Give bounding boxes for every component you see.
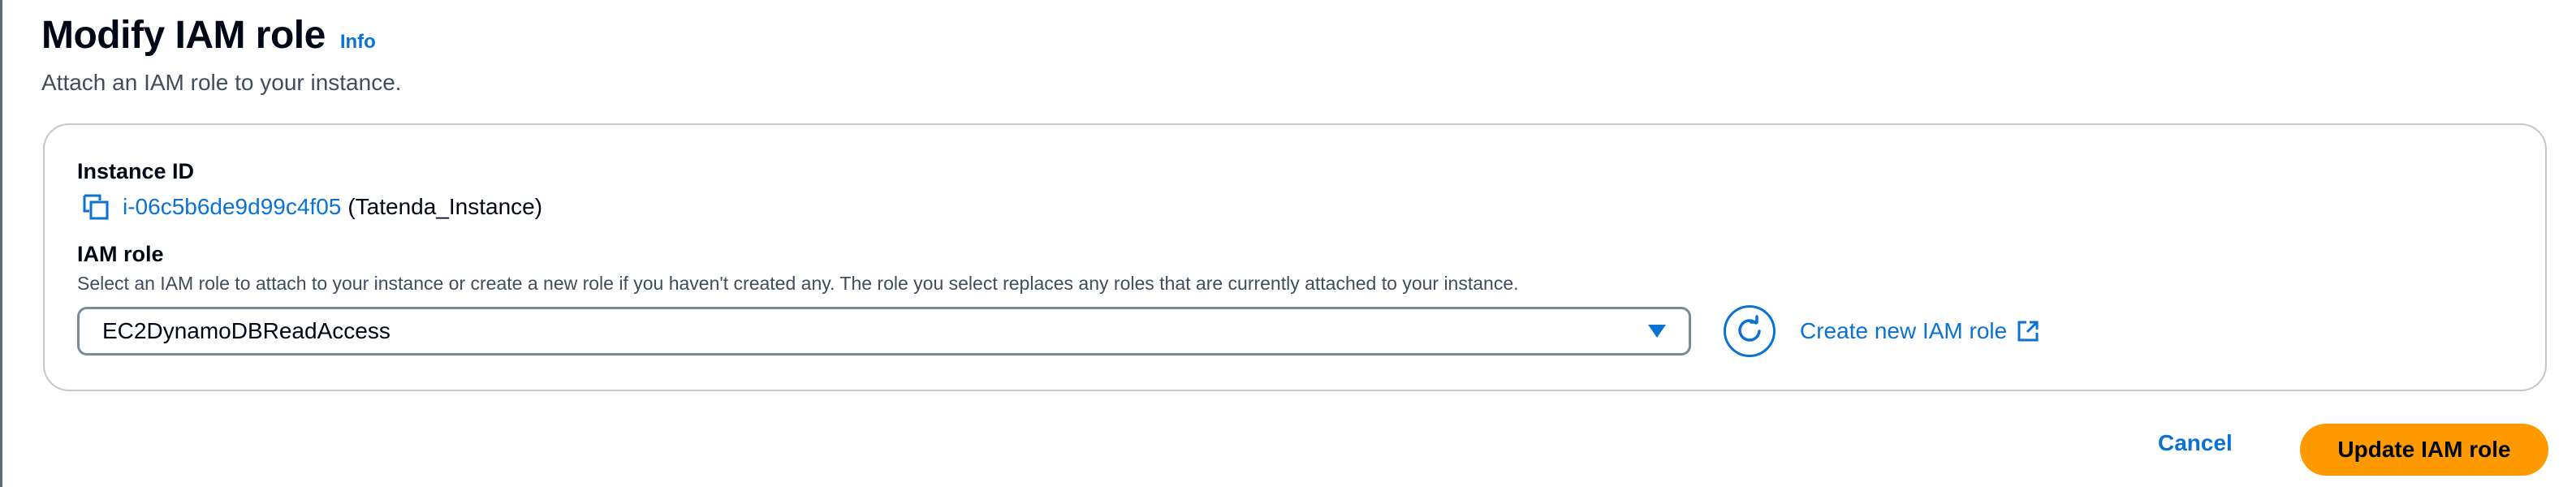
cancel-button[interactable]: Cancel (2158, 430, 2233, 456)
update-iam-role-button[interactable]: Update IAM role (2300, 424, 2548, 476)
refresh-icon (1738, 315, 1761, 342)
external-link-icon (2017, 321, 2039, 342)
info-link[interactable]: Info (340, 31, 376, 54)
create-new-iam-role-label: Create new IAM role (1800, 318, 2008, 343)
refresh-button[interactable] (1724, 305, 1776, 357)
page-subtitle: Attach an IAM role to your instance. (41, 70, 402, 95)
create-new-iam-role-link[interactable]: Create new IAM role (1800, 318, 2039, 344)
instance-id-row: i-06c5b6de9d99c4f05 (Tatenda_Instance) (82, 193, 542, 221)
iam-role-label: IAM role (77, 242, 164, 266)
instance-name: (Tatenda_Instance) (347, 194, 543, 219)
instance-id-label: Instance ID (77, 159, 195, 183)
title-row: Modify IAM role Info (41, 11, 402, 60)
caret-down-icon (1648, 325, 1666, 338)
iam-role-selected-value: EC2DynamoDBReadAccess (102, 318, 390, 343)
instance-id-link[interactable]: i-06c5b6de9d99c4f05 (123, 194, 341, 220)
iam-role-description: Select an IAM role to attach to your ins… (77, 273, 1519, 294)
copy-icon[interactable] (82, 193, 110, 221)
iam-role-select[interactable]: EC2DynamoDBReadAccess (77, 307, 1691, 356)
page-header: Modify IAM role Info Attach an IAM role … (41, 11, 402, 96)
page-title: Modify IAM role (41, 14, 326, 57)
modify-iam-role-page: Modify IAM role Info Attach an IAM role … (0, 0, 2576, 487)
iam-role-form-container: Instance ID i-06c5b6de9d99c4f05 (Tatenda… (43, 123, 2547, 391)
